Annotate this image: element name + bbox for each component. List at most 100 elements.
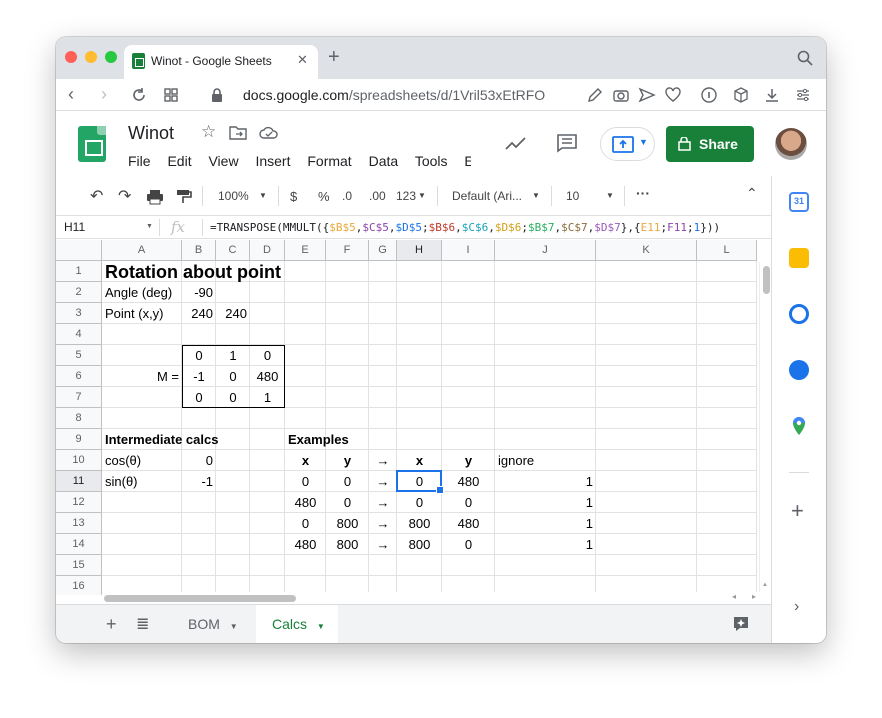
close-window-button[interactable] <box>65 51 77 63</box>
cell[interactable] <box>216 555 250 576</box>
cell[interactable] <box>596 555 697 576</box>
scroll-up-arrow-icon[interactable]: ▲ <box>762 582 768 588</box>
tab-calcs[interactable]: Calcs ▼ <box>256 605 338 643</box>
sheets-logo-icon[interactable] <box>78 126 106 162</box>
cell[interactable] <box>397 345 442 366</box>
row-header-8[interactable]: 8 <box>56 408 102 429</box>
cell[interactable] <box>596 324 697 345</box>
font-size-chevron-icon[interactable]: ▼ <box>606 191 614 200</box>
cell[interactable] <box>697 408 757 429</box>
maps-icon[interactable] <box>789 416 809 436</box>
row-header-14[interactable]: 14 <box>56 534 102 555</box>
cell[interactable] <box>495 366 596 387</box>
example-arrow[interactable]: → <box>369 534 397 555</box>
select-all-corner[interactable] <box>56 240 102 261</box>
column-header-h[interactable]: H <box>397 240 442 261</box>
cell[interactable] <box>182 324 216 345</box>
cell[interactable] <box>250 450 285 471</box>
cell[interactable] <box>285 345 326 366</box>
row-header-7[interactable]: 7 <box>56 387 102 408</box>
examples-header-y[interactable]: y <box>326 450 369 471</box>
menu-view[interactable]: View <box>208 153 238 169</box>
example-y-result[interactable]: 480 <box>442 513 495 534</box>
cell[interactable] <box>369 408 397 429</box>
calendar-icon[interactable]: 31 <box>789 192 809 212</box>
number-format-select[interactable]: 123 <box>396 189 416 203</box>
cell[interactable] <box>285 282 326 303</box>
maximize-window-button[interactable] <box>105 51 117 63</box>
cell[interactable] <box>326 366 369 387</box>
increase-decimal-button[interactable]: .00 <box>369 189 386 203</box>
font-chevron-icon[interactable]: ▼ <box>532 191 540 200</box>
intermediate-label[interactable]: Intermediate calcs <box>102 429 282 450</box>
cell[interactable] <box>182 408 216 429</box>
selected-cell-h11[interactable] <box>396 470 444 494</box>
cell[interactable] <box>250 534 285 555</box>
font-select[interactable]: Default (Ari... <box>452 189 522 203</box>
cell[interactable] <box>250 471 285 492</box>
edit-icon[interactable] <box>586 86 604 104</box>
examples-header-x[interactable]: x <box>285 450 326 471</box>
currency-button[interactable]: $ <box>290 189 297 204</box>
example-y[interactable]: 800 <box>326 513 369 534</box>
contacts-icon[interactable] <box>789 360 809 380</box>
column-header-c[interactable]: C <box>216 240 250 261</box>
paint-format-icon[interactable] <box>176 189 192 205</box>
all-sheets-icon[interactable]: ≣ <box>136 605 149 643</box>
example-arrow[interactable]: → <box>369 513 397 534</box>
cell[interactable] <box>596 387 697 408</box>
cell[interactable] <box>596 261 697 282</box>
font-size-select[interactable]: 10 <box>566 189 579 203</box>
cell[interactable] <box>596 471 697 492</box>
cell[interactable] <box>216 282 250 303</box>
settings-sliders-icon[interactable] <box>794 86 812 104</box>
formula-input[interactable]: =TRANSPOSE(MMULT({$B$5,$C$5,$D$5;$B$6,$C… <box>210 221 765 234</box>
cell[interactable] <box>369 345 397 366</box>
tab-close-icon[interactable]: ✕ <box>297 52 308 68</box>
cell[interactable] <box>697 282 757 303</box>
cell[interactable] <box>250 303 285 324</box>
keep-icon[interactable] <box>789 248 809 268</box>
menu-edit[interactable]: Edit <box>167 153 191 169</box>
cell[interactable] <box>102 345 182 366</box>
cell[interactable] <box>697 387 757 408</box>
cell[interactable] <box>182 492 216 513</box>
matrix-label[interactable]: M = <box>102 366 182 387</box>
tab-grid-icon[interactable] <box>162 86 180 104</box>
column-header-d[interactable]: D <box>250 240 285 261</box>
example-y[interactable]: 0 <box>326 492 369 513</box>
cell[interactable] <box>216 492 250 513</box>
cell[interactable] <box>102 534 182 555</box>
column-header-e[interactable]: E <box>285 240 326 261</box>
example-ignore[interactable]: 1 <box>495 492 596 513</box>
comments-icon[interactable] <box>556 133 578 153</box>
example-y-result[interactable]: 0 <box>442 534 495 555</box>
cell[interactable] <box>285 555 326 576</box>
cell[interactable] <box>369 261 397 282</box>
info-icon[interactable] <box>700 86 718 104</box>
column-header-g[interactable]: G <box>369 240 397 261</box>
cell[interactable] <box>442 408 495 429</box>
row-header-2[interactable]: 2 <box>56 282 102 303</box>
example-x[interactable]: 480 <box>285 492 326 513</box>
column-header-k[interactable]: K <box>596 240 697 261</box>
cell[interactable] <box>596 282 697 303</box>
cell[interactable] <box>369 324 397 345</box>
cell[interactable] <box>596 366 697 387</box>
menu-format[interactable]: Format <box>307 153 351 169</box>
cell[interactable] <box>250 408 285 429</box>
cell[interactable] <box>102 513 182 534</box>
cell[interactable] <box>102 324 182 345</box>
cell[interactable] <box>285 387 326 408</box>
menu-insert[interactable]: Insert <box>255 153 290 169</box>
cell[interactable] <box>397 366 442 387</box>
add-sheet-icon[interactable]: + <box>106 605 117 643</box>
cell[interactable] <box>495 408 596 429</box>
column-header-i[interactable]: I <box>442 240 495 261</box>
cell[interactable] <box>326 345 369 366</box>
cell[interactable] <box>596 513 697 534</box>
move-folder-icon[interactable] <box>229 125 247 141</box>
cell[interactable] <box>442 282 495 303</box>
reload-icon[interactable] <box>130 86 148 104</box>
cell[interactable] <box>442 303 495 324</box>
